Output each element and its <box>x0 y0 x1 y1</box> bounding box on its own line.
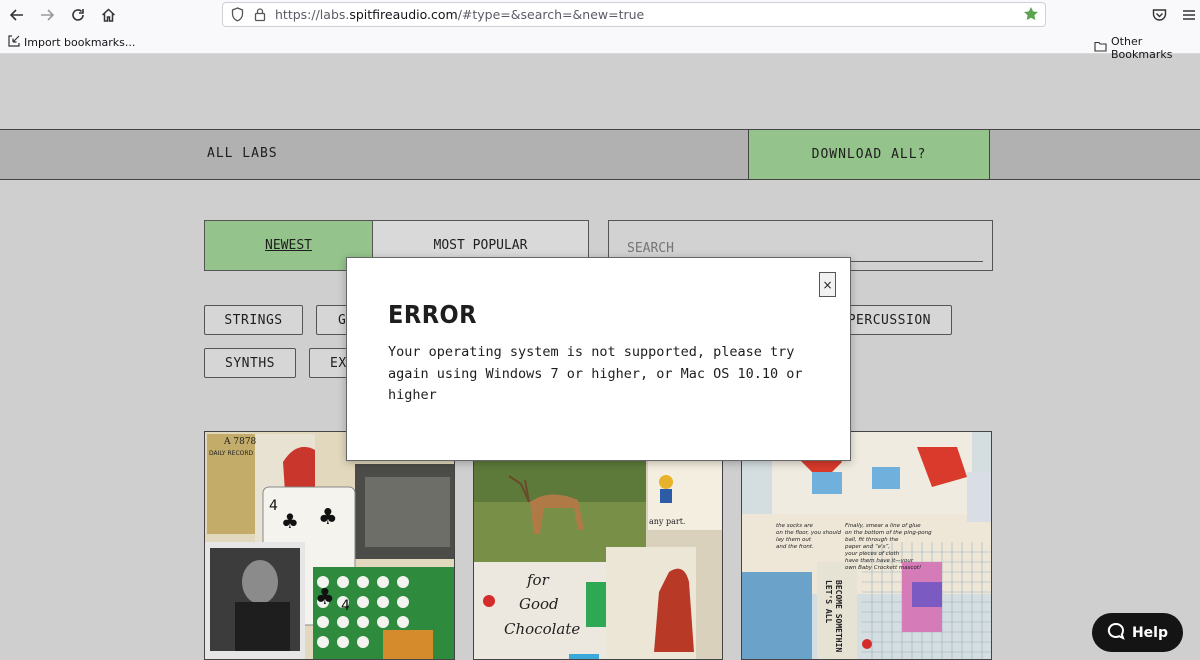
card-text: the socks are <box>776 523 813 529</box>
lab-card[interactable]: A 7878 DAILY RECORD 4 ♣ ♣ ♣ 4 <box>204 431 455 660</box>
import-bookmarks-link[interactable]: Import bookmarks... <box>8 35 135 50</box>
svg-text:♣: ♣ <box>318 505 338 530</box>
card-text: Chocolate <box>504 620 580 638</box>
shield-icon[interactable] <box>231 7 244 26</box>
help-button[interactable]: Help <box>1092 613 1183 652</box>
modal-message: Your operating system is not supported, … <box>388 344 803 403</box>
card-text: for <box>526 571 550 589</box>
card-text: BECOME SOMETHIN <box>834 580 843 652</box>
category-strings[interactable]: STRINGS <box>204 305 303 335</box>
card-artwork: A 7878 DAILY RECORD 4 ♣ ♣ ♣ 4 <box>205 432 454 659</box>
card-artwork: the socks are on the floor, you should l… <box>742 432 991 659</box>
card-text: ball, fit through the <box>845 537 899 543</box>
modal-title: ERROR <box>388 300 477 329</box>
card-text: own Baby Crockett mascot! <box>845 565 921 571</box>
card-text: 4 <box>341 598 350 614</box>
card-text: LET'S ALL <box>824 580 833 624</box>
card-text: 4 <box>269 498 278 514</box>
card-text: DAILY RECORD <box>209 450 254 457</box>
card-text: and the front. <box>776 544 814 550</box>
lab-card[interactable]: for Good Chocolate any part. <box>473 431 723 660</box>
card-text: your pieces of cloth <box>844 551 900 557</box>
folder-icon <box>1094 41 1107 55</box>
card-text: on the floor, you should <box>776 530 841 536</box>
card-text: Finally, smear a line of glue <box>845 523 921 529</box>
home-icon[interactable] <box>97 4 119 26</box>
menu-icon[interactable] <box>1178 4 1200 26</box>
address-bar[interactable]: https://labs.spitfireaudio.com/#type=&se… <box>222 2 1046 27</box>
import-icon <box>8 35 20 50</box>
bookmark-star-icon[interactable] <box>1023 6 1039 26</box>
other-bookmarks-label: Other Bookmarks <box>1111 35 1173 61</box>
close-button[interactable]: × <box>819 272 836 297</box>
card-text: paper and “e's”, <box>844 544 890 550</box>
chat-bubble-icon <box>1107 622 1125 644</box>
url-text: https://labs.spitfireaudio.com/#type=&se… <box>275 7 645 22</box>
back-icon[interactable] <box>6 4 28 26</box>
download-all-button[interactable]: DOWNLOAD ALL? <box>748 129 990 180</box>
import-bookmarks-label: Import bookmarks... <box>24 36 136 49</box>
card-artwork: for Good Chocolate any part. <box>474 432 722 659</box>
reload-icon[interactable] <box>67 4 89 26</box>
card-text: any part. <box>649 517 685 526</box>
lock-icon[interactable] <box>254 7 266 26</box>
card-text: on the bottom of the ping-pong <box>845 530 932 536</box>
svg-text:♣: ♣ <box>315 585 335 610</box>
close-icon: × <box>822 277 833 292</box>
error-modal: ERROR Your operating system is not suppo… <box>346 257 851 461</box>
labs-nav-bar: ALL LABS DOWNLOAD ALL? <box>0 129 1200 180</box>
forward-icon[interactable] <box>36 4 58 26</box>
pocket-icon[interactable] <box>1148 4 1170 26</box>
bookmarks-bar: Import bookmarks... Other Bookmarks <box>0 30 1200 61</box>
all-labs-link[interactable]: ALL LABS <box>207 146 278 161</box>
other-bookmarks-link[interactable]: Other Bookmarks <box>1094 35 1200 61</box>
category-synths[interactable]: SYNTHS <box>204 348 296 378</box>
card-text: Good <box>519 595 559 613</box>
card-text: lay them out <box>776 537 812 543</box>
svg-text:♣: ♣ <box>281 509 299 533</box>
lab-card[interactable]: the socks are on the floor, you should l… <box>741 431 992 660</box>
card-text: have them have it—your <box>845 558 914 564</box>
help-label: Help <box>1131 624 1169 641</box>
card-text: A 7878 <box>223 437 257 447</box>
browser-toolbar: https://labs.spitfireaudio.com/#type=&se… <box>0 0 1200 30</box>
